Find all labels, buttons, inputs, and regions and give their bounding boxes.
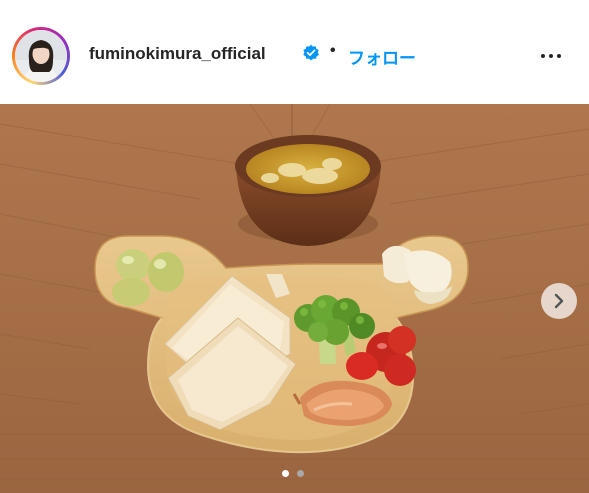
post-image[interactable] [0,104,589,493]
carousel-dot [297,470,304,477]
verified-badge-icon [303,44,319,61]
username-link[interactable]: fuminokimura_official [89,44,266,64]
avatar-image [15,30,67,82]
follow-button[interactable]: フォロー [348,44,416,69]
next-slide-button[interactable] [541,283,577,319]
separator-dot: • [330,42,336,59]
food-photo [0,104,589,493]
post-header: fuminokimura_official • フォロー [0,0,589,104]
chevron-right-icon [554,293,564,309]
story-ring[interactable] [12,27,70,85]
avatar[interactable] [15,30,67,82]
more-options-icon[interactable] [535,48,567,64]
carousel-dot-active [282,470,289,477]
